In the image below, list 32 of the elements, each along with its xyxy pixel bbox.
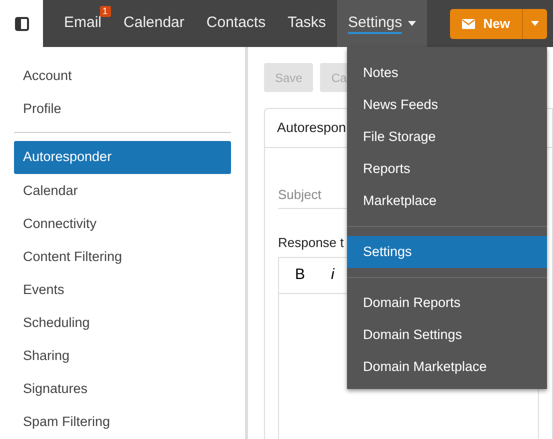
sidebar-item[interactable]: Profile	[14, 93, 231, 126]
sidebar-item[interactable]: Connectivity	[14, 208, 231, 241]
format-button[interactable]: B	[295, 264, 306, 287]
sidebar-item[interactable]: Sharing	[14, 340, 231, 373]
nav-tab[interactable]: Email 1	[53, 0, 113, 47]
card-title: Autorespon	[277, 118, 346, 137]
menu-item[interactable]: Domain Settings	[347, 319, 547, 351]
menu-item[interactable]: Domain Marketplace	[347, 351, 547, 383]
nav-tab[interactable]: Settings	[336, 0, 428, 47]
caret-icon	[531, 21, 539, 26]
nav-tab[interactable]: Tasks	[276, 0, 337, 47]
sidebar-item[interactable]: Calendar	[14, 175, 231, 208]
menu-item[interactable]: Settings	[347, 236, 547, 268]
unread-badge: 1	[100, 6, 111, 17]
nav-tab[interactable]: Contacts	[195, 0, 277, 47]
nav-tab[interactable]: Calendar	[112, 0, 196, 47]
sidebar-item[interactable]: Signatures	[14, 373, 231, 406]
menu-item[interactable]: File Storage	[347, 121, 547, 153]
menu-item[interactable]: Marketplace	[347, 185, 547, 217]
sidebar-toggle-icon[interactable]	[14, 16, 28, 30]
sidebar-item[interactable]: Autoresponder	[14, 141, 231, 174]
menu-item[interactable]: Reports	[347, 153, 547, 185]
envelope-icon	[462, 18, 476, 28]
sidebar-item[interactable]: Account	[14, 60, 231, 93]
menu-item[interactable]: Domain Reports	[347, 287, 547, 319]
menu-item[interactable]: News Feeds	[347, 89, 547, 121]
sidebar-item[interactable]: Content Filtering	[14, 241, 231, 274]
format-button[interactable]: i	[331, 264, 334, 287]
sidebar-item[interactable]: Events	[14, 274, 231, 307]
sidebar-item[interactable]: Spam Filtering	[14, 406, 231, 439]
response-label: Response t	[278, 234, 344, 252]
sidebar-item[interactable]: Scheduling	[14, 307, 231, 340]
